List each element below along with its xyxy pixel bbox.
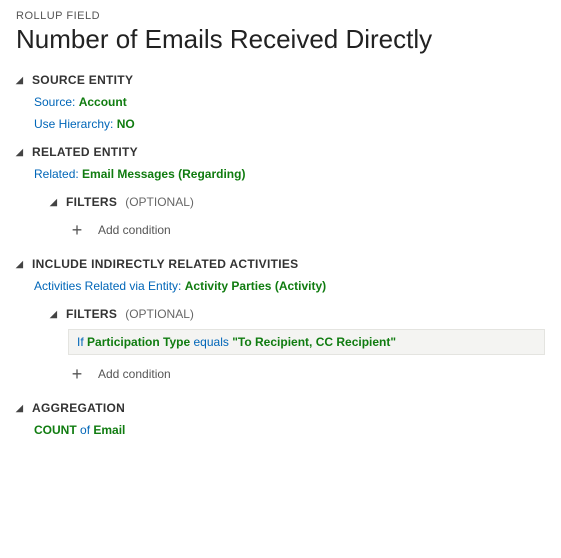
page-title: Number of Emails Received Directly bbox=[16, 24, 545, 55]
chevron-down-icon: ◢ bbox=[50, 198, 60, 207]
condition-field: Participation Type bbox=[87, 335, 190, 349]
section-header-related[interactable]: ◢ RELATED ENTITY bbox=[16, 145, 545, 159]
section-aggregation: ◢ AGGREGATION COUNT of Email bbox=[16, 401, 545, 437]
filters-optional: (OPTIONAL) bbox=[125, 307, 194, 321]
chevron-down-icon: ◢ bbox=[16, 404, 26, 413]
chevron-down-icon: ◢ bbox=[16, 260, 26, 269]
plus-icon: + bbox=[70, 365, 84, 383]
aggregation-function: COUNT bbox=[34, 423, 77, 437]
add-condition-label: Add condition bbox=[98, 223, 171, 237]
condition-if: If bbox=[77, 335, 84, 349]
section-title: SOURCE ENTITY bbox=[32, 73, 133, 87]
chevron-down-icon: ◢ bbox=[16, 76, 26, 85]
filters-optional: (OPTIONAL) bbox=[125, 195, 194, 209]
section-related-entity: ◢ RELATED ENTITY Related: Email Messages… bbox=[16, 145, 545, 243]
paren-close: ) bbox=[241, 167, 245, 181]
section-indirect-filters: ◢ FILTERS (OPTIONAL) If Participation Ty… bbox=[34, 307, 545, 387]
filters-title: FILTERS bbox=[66, 195, 117, 209]
via-field: Activity bbox=[279, 279, 322, 293]
hierarchy-label: Use Hierarchy: bbox=[34, 117, 113, 131]
aggregation-row[interactable]: COUNT of Email bbox=[34, 423, 545, 437]
add-condition-label: Add condition bbox=[98, 367, 171, 381]
chevron-down-icon: ◢ bbox=[16, 148, 26, 157]
section-header-aggregation[interactable]: ◢ AGGREGATION bbox=[16, 401, 545, 415]
via-entity: Activity Parties bbox=[185, 279, 272, 293]
section-header-indirect-filters[interactable]: ◢ FILTERS (OPTIONAL) bbox=[50, 307, 545, 321]
source-value: Account bbox=[79, 95, 127, 109]
paren-close: ) bbox=[322, 279, 326, 293]
hierarchy-row[interactable]: Use Hierarchy: NO bbox=[34, 117, 545, 131]
related-field: Regarding bbox=[182, 167, 241, 181]
section-title: AGGREGATION bbox=[32, 401, 125, 415]
section-header-related-filters[interactable]: ◢ FILTERS (OPTIONAL) bbox=[50, 195, 545, 209]
filter-condition-row[interactable]: If Participation Type equals "To Recipie… bbox=[68, 329, 545, 355]
condition-value: "To Recipient, CC Recipient" bbox=[232, 335, 396, 349]
related-row[interactable]: Related: Email Messages (Regarding) bbox=[34, 167, 545, 181]
chevron-down-icon: ◢ bbox=[50, 310, 60, 319]
section-header-source[interactable]: ◢ SOURCE ENTITY bbox=[16, 73, 545, 87]
add-condition-button[interactable]: + Add condition bbox=[68, 217, 545, 243]
via-label: Activities Related via Entity: bbox=[34, 279, 181, 293]
related-label: Related: bbox=[34, 167, 79, 181]
section-related-filters: ◢ FILTERS (OPTIONAL) + Add condition bbox=[34, 195, 545, 243]
condition-operator: equals bbox=[194, 335, 229, 349]
aggregation-field: Email bbox=[93, 423, 125, 437]
source-label: Source: bbox=[34, 95, 75, 109]
related-entity: Email Messages bbox=[82, 167, 175, 181]
add-condition-button[interactable]: + Add condition bbox=[68, 361, 545, 387]
section-title: INCLUDE INDIRECTLY RELATED ACTIVITIES bbox=[32, 257, 298, 271]
breadcrumb: ROLLUP FIELD bbox=[16, 10, 545, 22]
section-header-indirect[interactable]: ◢ INCLUDE INDIRECTLY RELATED ACTIVITIES bbox=[16, 257, 545, 271]
plus-icon: + bbox=[70, 221, 84, 239]
section-indirect-activities: ◢ INCLUDE INDIRECTLY RELATED ACTIVITIES … bbox=[16, 257, 545, 387]
source-row[interactable]: Source: Account bbox=[34, 95, 545, 109]
section-source-entity: ◢ SOURCE ENTITY Source: Account Use Hier… bbox=[16, 73, 545, 131]
section-title: RELATED ENTITY bbox=[32, 145, 138, 159]
filters-title: FILTERS bbox=[66, 307, 117, 321]
hierarchy-value: NO bbox=[117, 117, 135, 131]
via-entity-row[interactable]: Activities Related via Entity: Activity … bbox=[34, 279, 545, 293]
aggregation-of: of bbox=[80, 423, 90, 437]
